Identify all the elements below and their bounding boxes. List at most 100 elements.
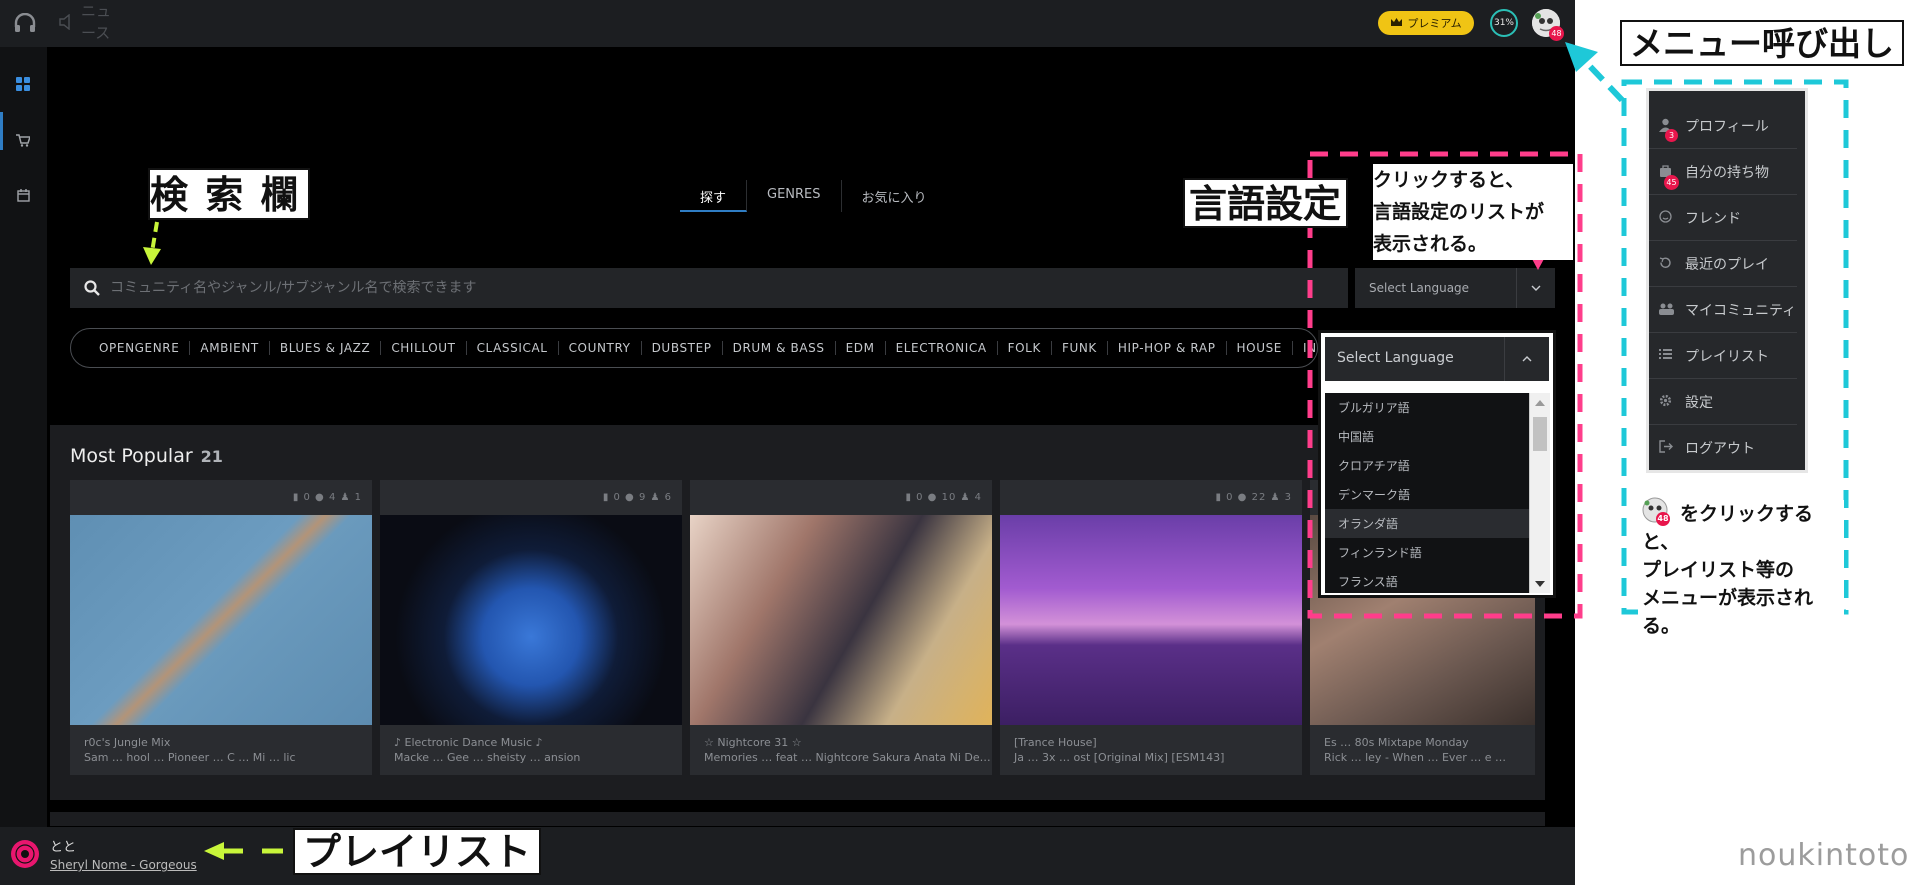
genre-item[interactable]: ELECTRONICA xyxy=(886,341,998,355)
menu-item-friends[interactable]: フレンド xyxy=(1649,195,1797,241)
menu-note-badge: 48 xyxy=(1656,512,1670,526)
section-title-text: Most Popular xyxy=(70,445,193,467)
tab-favorites[interactable]: お気に入り xyxy=(842,180,947,212)
smile-icon xyxy=(1659,210,1672,227)
language-dropdown-header[interactable]: Select Language xyxy=(1325,337,1549,381)
language-select-value: Select Language xyxy=(1355,268,1517,308)
genre-item[interactable]: COUNTRY xyxy=(559,341,642,355)
menu-note-text: をクリックすると、 プレイリスト等の メニューが表示される。 xyxy=(1642,500,1844,640)
cart-icon[interactable] xyxy=(14,131,32,149)
genre-item[interactable]: HOUSE xyxy=(1227,341,1293,355)
card-subtitle: Sam … hool … Pioneer … C … Mi … lic xyxy=(84,751,296,764)
news-link[interactable]: ニュース xyxy=(81,0,121,44)
menu-item-recent-plays[interactable]: 最近のプレイ xyxy=(1649,241,1797,287)
genre-item[interactable]: FOLK xyxy=(998,341,1052,355)
language-option-list: ブルガリア語 中国語 クロアチア語 デンマーク語 オランダ語 フィンランド語 フ… xyxy=(1325,393,1529,593)
card-thumbnail xyxy=(690,515,992,725)
genre-item[interactable]: IND xyxy=(1293,341,1317,355)
player-bar: とと Sheryl Nome - Gorgeous xyxy=(0,827,1575,885)
menu-item-my-community[interactable]: マイコミュニティ xyxy=(1649,287,1797,333)
menu-item-label: 設定 xyxy=(1685,394,1713,411)
top-bar: ニュース プレミアム 31% 48 xyxy=(0,0,1575,47)
menu-item-label: ログアウト xyxy=(1685,441,1755,457)
community-card[interactable]: ▮ 0 ● 10 ♟ 4 ☆ Nightcore 31 ☆ Memories …… xyxy=(690,480,992,775)
genre-item[interactable]: BLUES & JAZZ xyxy=(270,341,382,355)
language-option[interactable]: クロアチア語 xyxy=(1325,451,1529,480)
user-menu: 3 プロフィール 45 自分の持ち物 フレンド 最近のプレイ マイコミュニティ … xyxy=(1646,88,1808,473)
community-card[interactable]: ▮ 0 ● 9 ♟ 6 ♪ Electronic Dance Music ♪ M… xyxy=(380,480,682,775)
sidebar-active-indicator xyxy=(0,112,3,150)
menu-item-logout[interactable]: ログアウト xyxy=(1649,425,1797,471)
premium-button[interactable]: プレミアム xyxy=(1378,11,1474,35)
language-option[interactable]: 中国語 xyxy=(1325,422,1529,451)
headphones-icon[interactable] xyxy=(12,10,38,36)
card-title: ☆ Nightcore 31 ☆ xyxy=(704,736,802,749)
premium-label: プレミアム xyxy=(1407,17,1462,30)
genre-item[interactable]: EDM xyxy=(836,341,886,355)
card-thumbnail xyxy=(1000,515,1302,725)
scrollbar[interactable] xyxy=(1529,393,1550,593)
group-icon xyxy=(1659,302,1674,319)
section-divider xyxy=(50,812,1545,826)
card-stats: ▮ 0 ● 10 ♟ 4 xyxy=(905,492,982,503)
menu-item-label: 最近のプレイ xyxy=(1685,256,1769,273)
menu-item-label: プレイリスト xyxy=(1685,348,1769,365)
gear-icon xyxy=(1659,394,1672,411)
language-callout-label: 言語設定 xyxy=(1183,178,1349,228)
vinyl-disc-icon[interactable] xyxy=(9,838,41,870)
language-option[interactable]: フランス語 xyxy=(1325,567,1529,593)
menu-item-settings[interactable]: 設定 xyxy=(1649,379,1797,425)
section-count: 21 xyxy=(200,447,223,466)
genre-item[interactable]: AMBIENT xyxy=(190,341,270,355)
genre-item[interactable]: CHILLOUT xyxy=(381,341,467,355)
avatar-mini-icon: 48 xyxy=(1642,497,1670,526)
language-option[interactable]: フィンランド語 xyxy=(1325,538,1529,567)
menu-item-playlist[interactable]: プレイリスト xyxy=(1649,333,1797,379)
card-title: [Trance House] xyxy=(1014,736,1097,749)
card-subtitle: Ja … 3x … ost [Original Mix] [ESM143] xyxy=(1014,751,1225,764)
search-bar xyxy=(70,268,1348,308)
chevron-up-icon[interactable] xyxy=(1505,337,1549,381)
genre-item[interactable]: CLASSICAL xyxy=(467,341,559,355)
progress-ring[interactable]: 31% xyxy=(1490,9,1518,37)
language-select[interactable]: Select Language xyxy=(1355,268,1555,308)
language-option[interactable]: オランダ語 xyxy=(1325,509,1529,538)
menu-item-label: マイコミュニティ xyxy=(1685,302,1797,319)
search-icon xyxy=(84,280,100,296)
tab-genres[interactable]: GENRES xyxy=(747,180,842,212)
genre-item[interactable]: FUNK xyxy=(1052,341,1108,355)
tab-explore[interactable]: 探す xyxy=(680,180,748,212)
playlist-callout-label: プレイリスト xyxy=(293,828,542,875)
genre-item[interactable]: HIP-HOP & RAP xyxy=(1108,341,1227,355)
sidebar xyxy=(0,47,47,827)
search-input[interactable] xyxy=(100,280,1348,296)
language-callout-note: クリックすると、 言語設定のリストが 表示される。 xyxy=(1373,164,1573,260)
menu-item-label: プロフィール xyxy=(1685,118,1769,135)
language-option[interactable]: デンマーク語 xyxy=(1325,480,1529,509)
search-callout-label: 検 索 欄 xyxy=(148,168,311,220)
genre-bar: OPENGENRE AMBIENT BLUES & JAZZ CHILLOUT … xyxy=(70,328,1318,368)
menu-item-label: フレンド xyxy=(1685,210,1741,227)
player-subtitle-link[interactable]: Sheryl Nome - Gorgeous xyxy=(50,858,197,872)
user-avatar[interactable]: 48 xyxy=(1532,9,1564,41)
card-title: ♪ Electronic Dance Music ♪ xyxy=(394,736,543,749)
community-card[interactable]: ▮ 0 ● 22 ♟ 3 [Trance House] Ja … 3x … os… xyxy=(1000,480,1302,775)
menu-item-inventory[interactable]: 45 自分の持ち物 xyxy=(1649,149,1797,195)
grid-icon[interactable] xyxy=(14,75,32,93)
genre-item[interactable]: OPENGENRE xyxy=(89,341,191,355)
menu-badge: 3 xyxy=(1665,129,1678,142)
community-card[interactable]: ▮ 0 ● 4 ♟ 1 r0c's Jungle Mix Sam … hool … xyxy=(70,480,372,775)
genre-item[interactable]: DRUM & BASS xyxy=(723,341,836,355)
card-thumbnail xyxy=(380,515,682,725)
card-thumbnail xyxy=(70,515,372,725)
genre-item[interactable]: DUBSTEP xyxy=(642,341,723,355)
crown-icon xyxy=(1390,17,1403,30)
card-subtitle: Memories … feat … Nightcore Sakura Anata… xyxy=(704,751,991,764)
menu-badge: 45 xyxy=(1664,175,1679,190)
avatar-badge: 48 xyxy=(1549,26,1564,41)
calendar-icon[interactable] xyxy=(14,186,32,204)
language-option[interactable]: ブルガリア語 xyxy=(1325,393,1529,422)
chevron-down-icon[interactable] xyxy=(1517,268,1555,308)
speaker-icon[interactable] xyxy=(56,13,74,31)
menu-item-profile[interactable]: 3 プロフィール xyxy=(1649,103,1797,149)
